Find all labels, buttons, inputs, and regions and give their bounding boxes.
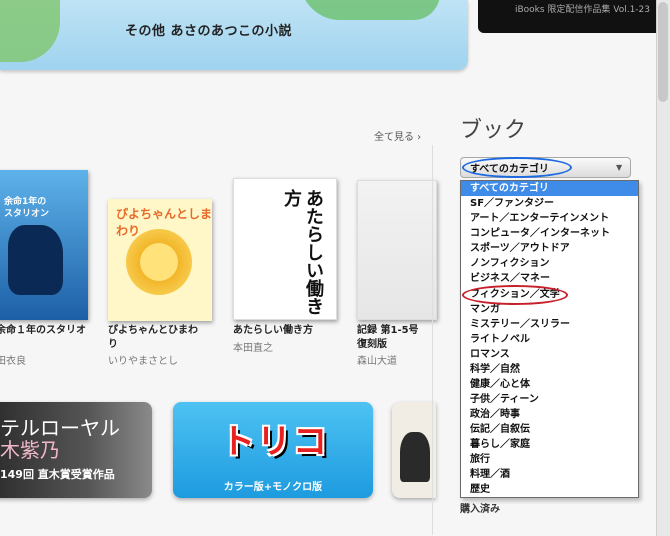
figure-illustration bbox=[400, 432, 430, 482]
book-author[interactable]: 田衣良 bbox=[0, 352, 26, 367]
dropdown-option[interactable]: SF／ファンタジー bbox=[470, 196, 554, 211]
promo-tile-toriko[interactable]: トリコ カラー版+モノクロ版 bbox=[173, 402, 373, 498]
dropdown-option[interactable]: 料理／酒 bbox=[470, 467, 510, 482]
book-cover-piyochan[interactable]: ぴよちゃんとしまわり bbox=[108, 199, 212, 321]
dropdown-option[interactable]: 暮らし／家庭 bbox=[470, 437, 530, 452]
book-author[interactable]: 本田直之 bbox=[233, 339, 273, 354]
dropdown-option[interactable]: スポーツ／アウトドア bbox=[470, 241, 570, 256]
dropdown-option[interactable]: 伝記／自叙伝 bbox=[470, 422, 530, 437]
book-cover-kiroku[interactable] bbox=[357, 180, 437, 320]
tile-caption: 149回 直木賞受賞作品 bbox=[0, 468, 115, 481]
annotation-circle-red bbox=[462, 285, 568, 305]
scrollbar-thumb[interactable] bbox=[658, 2, 668, 102]
banner-title: その他 あさのあつこの小説 bbox=[125, 24, 293, 39]
horse-illustration bbox=[8, 225, 63, 295]
cover-text: あたらしい働き方 bbox=[281, 189, 324, 315]
dropdown-option[interactable]: 科学／自然 bbox=[470, 362, 520, 377]
annotation-circle-blue bbox=[462, 157, 572, 178]
dropdown-option[interactable]: ノンフィクション bbox=[470, 256, 550, 271]
dropdown-option[interactable]: アート／エンターテインメント bbox=[470, 211, 609, 226]
tile-author: 木紫乃 bbox=[0, 438, 60, 462]
book-title[interactable]: 記録 第1-5号 復刻版 bbox=[357, 324, 419, 352]
tile-caption: カラー版+モノクロ版 bbox=[223, 482, 323, 493]
book-cover-atarashii[interactable]: あたらしい働き方 bbox=[233, 178, 337, 320]
books-heading: ブック bbox=[460, 118, 527, 143]
cover-text: 余命1年の スタリオン bbox=[4, 197, 50, 219]
book-cover-stallion[interactable]: 余命1年の スタリオン bbox=[0, 170, 88, 320]
dropdown-option[interactable]: ミステリー／スリラー bbox=[470, 317, 570, 332]
book-title[interactable]: 余命１年のスタリオ bbox=[0, 324, 86, 338]
toriko-logo: トリコ bbox=[221, 422, 329, 462]
dropdown-option[interactable]: 政治／時事 bbox=[470, 407, 520, 422]
banner-decoration bbox=[300, 0, 440, 20]
chevron-down-icon: ▼ bbox=[616, 163, 623, 172]
dropdown-option[interactable]: 健康／心と体 bbox=[470, 377, 530, 392]
book-author[interactable]: いりやまさとし bbox=[108, 352, 178, 367]
book-author[interactable]: 森山大道 bbox=[357, 352, 397, 367]
dropdown-option[interactable]: 旅行 bbox=[470, 452, 490, 467]
promo-tile-third[interactable] bbox=[392, 402, 436, 498]
banner-right-text: iBooks 限定配信作品集 Vol.1-23 bbox=[514, 5, 650, 15]
dropdown-option[interactable]: ビジネス／マネー bbox=[470, 271, 550, 286]
purchased-link[interactable]: 購入済み bbox=[460, 500, 500, 515]
panel-divider bbox=[432, 145, 433, 535]
featured-banner-asano[interactable]: その他 あさのあつこの小説 bbox=[0, 0, 468, 70]
banner-decoration bbox=[0, 0, 60, 62]
dropdown-option[interactable]: 子供／ティーン bbox=[470, 392, 539, 407]
dropdown-option-all[interactable]: すべてのカテゴリ bbox=[470, 181, 549, 196]
see-all-link[interactable]: 全て見る › bbox=[374, 128, 421, 143]
sunflower-illustration bbox=[126, 229, 192, 295]
dropdown-option[interactable]: コンピュータ／インターネット bbox=[470, 226, 610, 241]
book-title[interactable]: ぴよちゃんとひまわ り bbox=[108, 324, 198, 352]
dropdown-option[interactable]: ロマンス bbox=[470, 347, 510, 362]
featured-banner-ibooks[interactable]: iBooks 限定配信作品集 Vol.1-23 bbox=[478, 0, 658, 33]
book-title[interactable]: あたらしい働き方 bbox=[233, 324, 313, 338]
dropdown-option[interactable]: ライトノベル bbox=[470, 332, 530, 347]
dropdown-option[interactable]: 歴史 bbox=[470, 482, 490, 497]
promo-tile-hotel-royal[interactable]: テルローヤル 木紫乃 149回 直木賞受賞作品 bbox=[0, 402, 152, 498]
